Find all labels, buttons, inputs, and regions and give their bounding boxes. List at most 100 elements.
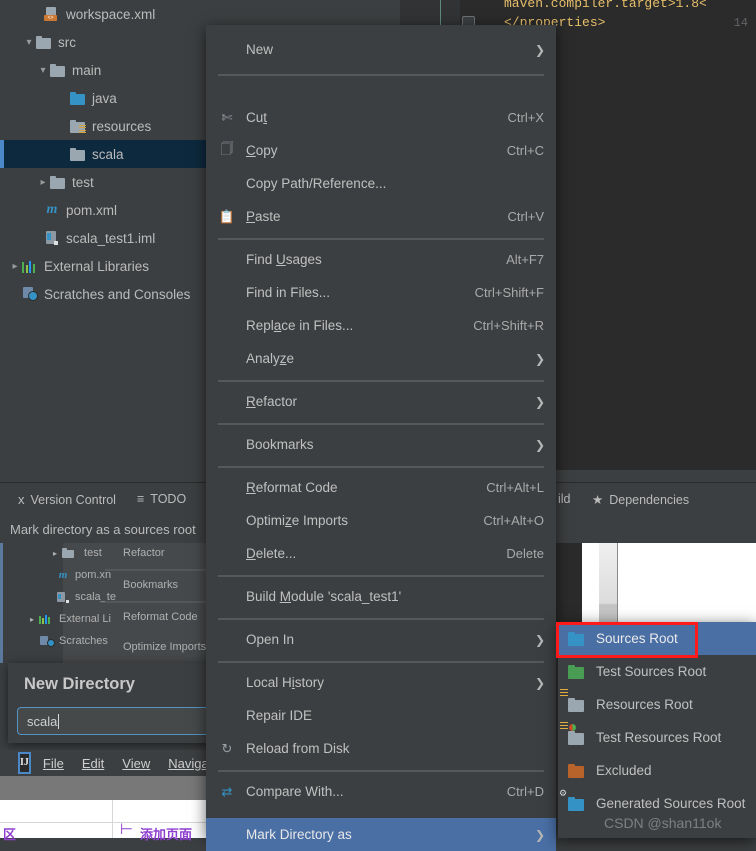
new-directory-dialog: New Directory scala [8, 663, 227, 743]
menu-item-refactor[interactable]: Refactor ❯ [206, 385, 556, 418]
menu-item-compare-with[interactable]: ⇄ Compare With... Ctrl+D [206, 775, 556, 808]
paste-icon: 📋 [218, 208, 236, 224]
menu-item-paste[interactable]: 📋 Paste Ctrl+V [206, 200, 556, 233]
menu-item-label: Reload from Disk [246, 741, 350, 756]
submenu-item-label: Test Resources Root [596, 730, 722, 745]
tree-item-label: main [72, 62, 102, 78]
directory-name-input[interactable]: scala [17, 707, 227, 735]
chevron-right-icon: ▸ [30, 614, 35, 624]
chevron-right-icon: ❯ [534, 632, 545, 647]
nested-menu-item: Refactor [123, 547, 165, 559]
submenu-item-excluded[interactable]: Excluded [558, 754, 756, 787]
menu-item-delete[interactable]: Delete... Delete [206, 537, 556, 570]
maven-icon: m [58, 569, 68, 581]
menu-separator [218, 423, 544, 425]
iml-file-icon [44, 231, 60, 245]
folder-blue-icon [568, 631, 585, 646]
menu-separator [218, 466, 544, 468]
menu-item-repair-ide[interactable]: Repair IDE [206, 699, 556, 732]
menu-item-label: Repair IDE [246, 708, 313, 723]
menu-item-build-module[interactable]: Build Module 'scala_test1' [206, 580, 556, 613]
folder-test-resources-icon [560, 721, 585, 745]
menu-item-find-in-files[interactable]: Find in Files... Ctrl+Shift+F [206, 276, 556, 309]
nested-tree-item: ▸ External Li [30, 613, 111, 625]
tree-item-label: test [72, 174, 94, 190]
chevron-right-icon[interactable]: ▸ [8, 261, 22, 272]
menu-item-copy-path-reference[interactable]: Copy Path/Reference... [206, 167, 556, 200]
menu-item-label: Find in Files... [246, 285, 331, 300]
library-icon [39, 614, 55, 624]
chevron-down-icon[interactable]: ▾ [22, 37, 36, 48]
chevron-right-icon: ❯ [534, 351, 545, 366]
menu-item-new[interactable]: New ❯ [206, 33, 556, 66]
submenu-item-test-sources-root[interactable]: Test Sources Root [558, 655, 756, 688]
tree-item-external-libraries[interactable]: ▸ External Libraries [0, 252, 228, 280]
chevron-down-icon[interactable]: ▾ [36, 65, 50, 76]
nested-menu-separator [105, 569, 219, 571]
tree-item-workspace-xml[interactable]: <> workspace.xml [0, 0, 264, 28]
nested-tree-label: test [84, 547, 102, 559]
menu-item-shortcut: Ctrl+V [507, 209, 544, 224]
menu-file[interactable]: File [43, 756, 64, 771]
chevron-right-icon: ❯ [534, 675, 545, 690]
tool-window-dependencies[interactable]: ★ Dependencies [592, 492, 689, 508]
menu-item-open-in[interactable]: Open In ❯ [206, 623, 556, 656]
chevron-right-icon: ❯ [534, 394, 545, 409]
code-fold-line [440, 0, 441, 26]
table-divider [112, 800, 113, 838]
menu-item-bookmarks[interactable]: Bookmarks ❯ [206, 428, 556, 461]
chevron-right-icon: ❯ [534, 437, 545, 452]
table-row-divider [0, 822, 224, 823]
maven-icon: m [46, 202, 58, 217]
chevron-right-icon[interactable]: ▸ [36, 177, 50, 188]
library-icon [22, 260, 38, 273]
menu-item-replace-in-files[interactable]: Replace in Files... Ctrl+Shift+R [206, 309, 556, 342]
menu-separator [218, 770, 544, 772]
menu-item-local-history[interactable]: Local History ❯ [206, 666, 556, 699]
nested-screenshot: ▸ test m pom.xn scala_te ▸ External Li S… [0, 543, 219, 663]
submenu-item-test-resources-root[interactable]: Test Resources Root [558, 721, 756, 754]
menu-item-label: New [246, 42, 274, 57]
scissors-icon: ✄ [221, 109, 233, 125]
context-menu: New ❯ ✄ Cut Ctrl+X 🗍 Copy Ctrl+C Copy Pa… [206, 25, 556, 851]
menu-item-shortcut: Ctrl+C [506, 143, 544, 158]
tool-window-version-control[interactable]: x Version Control [18, 492, 116, 507]
nested-menu-separator [105, 601, 219, 603]
copy-icon: 🗍 [220, 140, 234, 156]
line-number: 14 [733, 16, 748, 30]
menu-edit[interactable]: Edit [82, 756, 104, 771]
folder-gray-icon [70, 147, 86, 161]
intellij-logo-icon[interactable]: IJ [18, 752, 31, 774]
menu-item-mark-directory-as[interactable]: Mark Directory as ❯ [206, 818, 556, 851]
nested-white-panel: 区 ⊢ 添加页面 [0, 776, 224, 842]
menu-item-label: Local History [246, 675, 325, 690]
compare-icon: ⇄ [221, 783, 233, 799]
menu-item-cut[interactable]: ✄ Cut Ctrl+X [206, 101, 556, 134]
menu-separator [218, 238, 544, 240]
menu-item-shortcut: Ctrl+D [506, 784, 544, 799]
tool-window-build[interactable]: ild [558, 492, 571, 506]
menu-item-label: Find Usages [246, 252, 322, 267]
menu-navigate[interactable]: Naviga [168, 756, 208, 771]
folder-gray-icon [36, 35, 52, 49]
menu-item-label: Refactor [246, 394, 298, 409]
menu-item-copy[interactable]: 🗍 Copy Ctrl+C [206, 134, 556, 167]
tree-item-label: workspace.xml [66, 6, 156, 22]
submenu-item-resources-root[interactable]: Resources Root [558, 688, 756, 721]
menu-item-shortcut: Ctrl+Shift+R [473, 318, 544, 333]
submenu-item-sources-root[interactable]: Sources Root [558, 622, 756, 655]
list-icon: ≡ [137, 492, 145, 506]
menu-item-label: Compare With... [246, 784, 344, 799]
nested-menu-bar: IJ File Edit View Naviga [0, 750, 216, 776]
menu-view[interactable]: View [122, 756, 150, 771]
menu-item-analyze[interactable]: Analyze ❯ [206, 342, 556, 375]
menu-item-find-usages[interactable]: Find Usages Alt+F7 [206, 243, 556, 276]
menu-item-reformat-code[interactable]: Reformat Code Ctrl+Alt+L [206, 471, 556, 504]
tool-window-label: ild [558, 492, 571, 506]
project-tool-window: <> workspace.xml ▾ src ▾ main java resou… [0, 0, 290, 482]
menu-separator [218, 661, 544, 663]
tool-window-todo[interactable]: ≡ TODO [137, 492, 186, 506]
menu-item-reload-from-disk[interactable]: ↻ Reload from Disk [206, 732, 556, 765]
directory-name-value: scala [27, 713, 58, 729]
menu-item-optimize-imports[interactable]: Optimize Imports Ctrl+Alt+O [206, 504, 556, 537]
